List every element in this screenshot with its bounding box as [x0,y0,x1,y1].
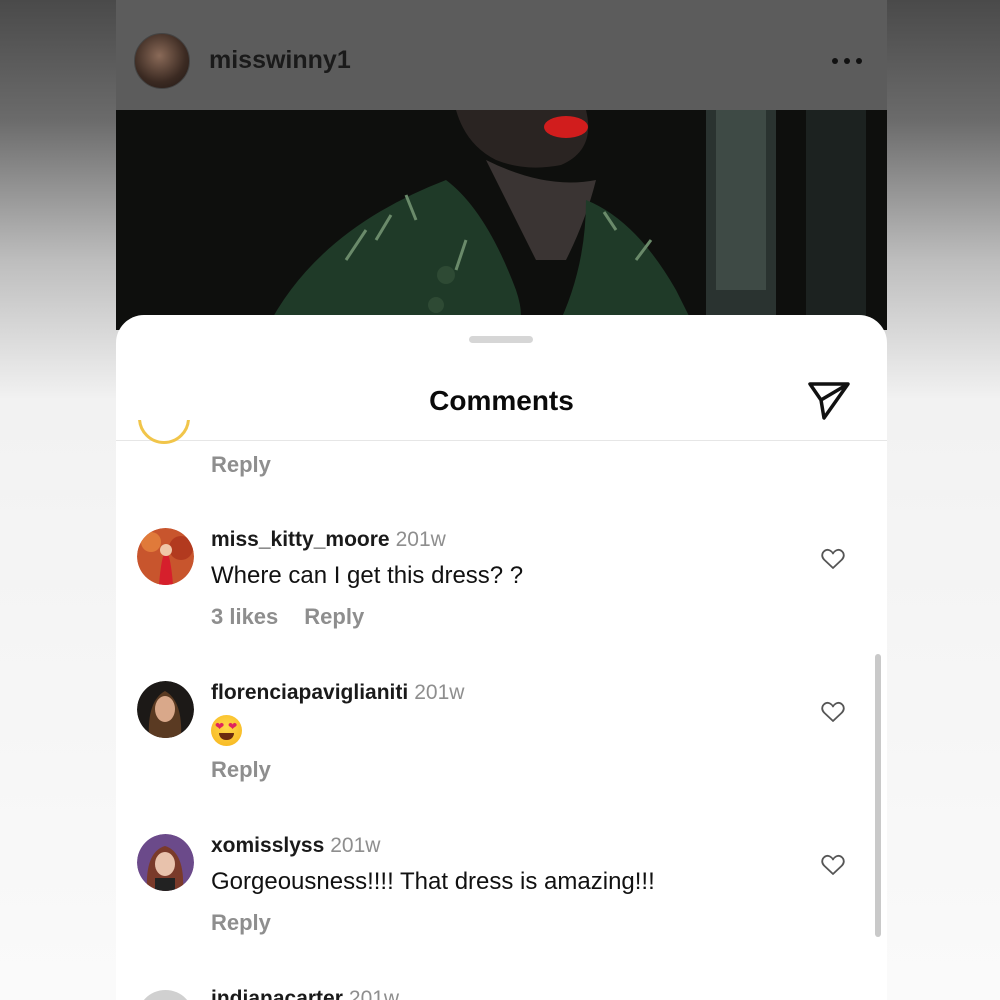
post-username[interactable]: misswinny1 [209,46,351,75]
comment-text: Gorgeousness!!!! That dress is amazing!!… [211,868,655,895]
likes-count[interactable]: 3 likes [211,604,278,629]
reply-button[interactable]: Reply [211,910,271,935]
comment-time: 201w [395,528,446,551]
comment-actions: Reply [211,910,297,936]
heart-icon[interactable] [821,854,845,876]
comment-username[interactable]: indianacarter 201w [211,987,399,1000]
post-photo [116,110,887,330]
comments-title: Comments [429,385,574,416]
comment-item: miss_kitty_moore 201w Where can I get thi… [116,528,887,678]
comment-text: Where can I get this dress? ? [211,562,524,589]
comment-time: 201w [348,987,400,1000]
header-divider [116,440,887,441]
comment-username[interactable]: miss_kitty_moore 201w [211,528,446,552]
heart-icon[interactable] [821,548,845,570]
reply-button[interactable]: Reply [304,604,364,629]
avatar[interactable] [137,681,194,738]
post-image [116,110,887,330]
comment-username[interactable]: florenciapaviglianiti 201w [211,681,464,705]
send-icon[interactable] [807,381,851,421]
reply-button[interactable]: Reply [211,452,271,478]
comment-item: florenciapaviglianiti 201w ❤ ❤ Reply [116,681,887,831]
sheet-grabber[interactable] [469,336,533,343]
comment-item: xomisslyss 201w Gorgeousness!!!! That dre… [116,834,887,984]
scrollbar[interactable] [875,654,881,937]
more-horizontal-icon[interactable] [832,58,862,66]
avatar[interactable] [137,834,194,891]
comment-text: ❤ ❤ [211,715,242,746]
avatar[interactable] [137,990,194,1000]
avatar[interactable] [138,420,190,444]
comment-actions: Reply [211,757,297,783]
heart-eyes-emoji: ❤ ❤ [211,715,242,746]
post-author-avatar[interactable] [134,33,190,89]
comments-sheet: Comments Reply miss_kitty_moore 201w Wher… [116,315,887,1000]
comment-time: 201w [330,834,381,857]
heart-icon[interactable] [821,701,845,723]
reply-button[interactable]: Reply [211,757,271,782]
post-header: misswinny1 [116,0,887,110]
comment-actions: 3 likes Reply [211,604,390,630]
comment-username[interactable]: xomisslyss 201w [211,834,380,858]
comment-time: 201w [414,681,465,704]
avatar[interactable] [137,528,194,585]
